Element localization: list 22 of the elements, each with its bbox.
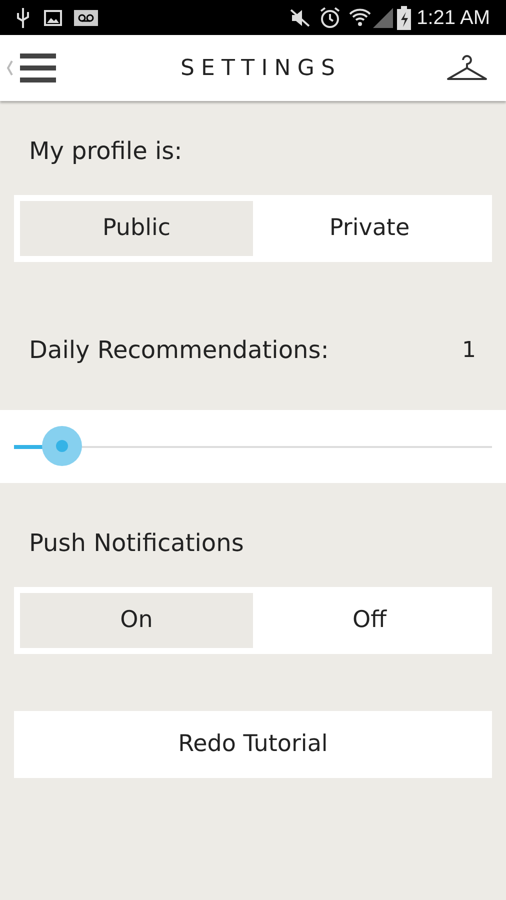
section-label: Daily Recommendations: xyxy=(29,335,330,366)
redo-tutorial-button[interactable]: Redo Tutorial xyxy=(14,711,492,778)
alarm-icon xyxy=(318,6,341,28)
segment-option[interactable]: Public xyxy=(20,201,253,256)
wifi-icon xyxy=(348,8,371,28)
image-icon xyxy=(44,10,62,26)
clock-time: 1:21 AM xyxy=(416,6,490,30)
section-label: My profile is: xyxy=(28,136,184,167)
menu-button[interactable] xyxy=(6,53,56,83)
battery-icon xyxy=(396,6,411,30)
mute-icon xyxy=(288,6,311,28)
back-chevron-icon xyxy=(6,60,14,76)
usb-icon xyxy=(16,6,30,28)
slider-thumb[interactable] xyxy=(42,426,82,466)
segment-option[interactable]: On xyxy=(20,593,253,648)
hanger-icon xyxy=(446,54,488,82)
section-label: Push Notifications xyxy=(28,528,245,559)
voicemail-icon xyxy=(74,10,98,26)
recommendation-count: 1 xyxy=(462,336,477,364)
page-title: SETTINGS xyxy=(179,54,343,82)
signal-icon xyxy=(372,8,393,28)
menu-icon xyxy=(20,53,56,83)
